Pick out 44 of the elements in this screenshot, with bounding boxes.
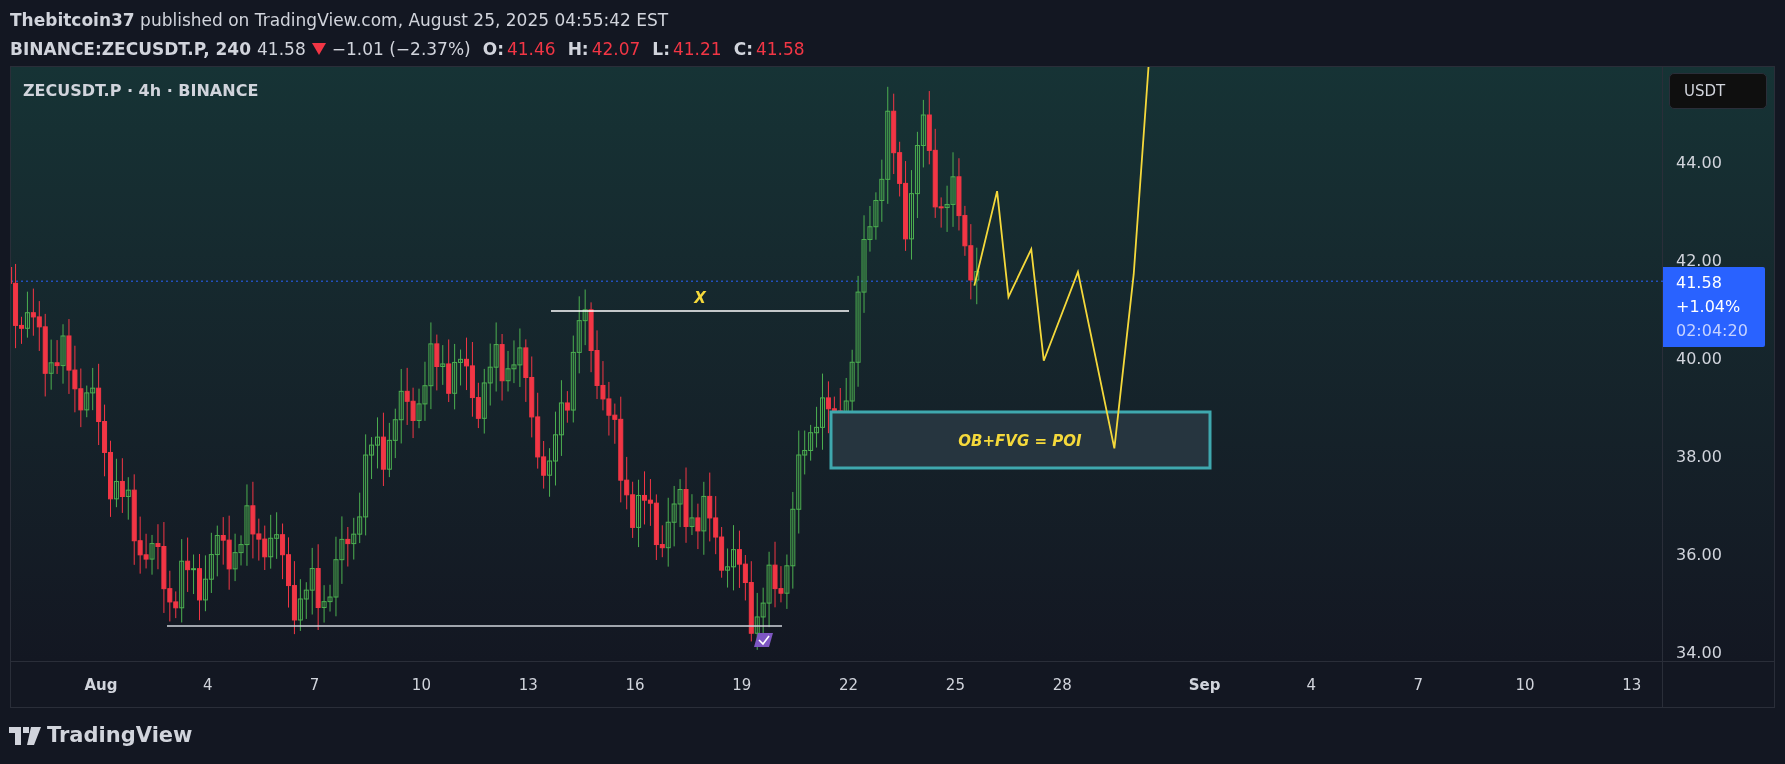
- symbol-name: BINANCE:ZECUSDT.P, 240: [10, 37, 252, 61]
- ohlc-value: 41.21: [673, 37, 722, 61]
- time-tick: 13: [518, 675, 538, 696]
- price-tick: 38.00: [1676, 446, 1722, 467]
- time-tick: 7: [1413, 675, 1423, 696]
- check-icon: [754, 633, 773, 647]
- bar-countdown: 02:04:20: [1676, 320, 1749, 342]
- ohlc-label: L:: [652, 37, 670, 61]
- time-tick: 4: [203, 675, 213, 696]
- time-tick: 4: [1306, 675, 1317, 696]
- ohlc-label: H:: [567, 37, 589, 61]
- ohlc-value: 41.46: [506, 37, 556, 61]
- time-tick: Sep: [1188, 675, 1221, 696]
- time-tick: 22: [839, 675, 859, 696]
- price-change: −1.01 (−2.37%): [331, 37, 471, 61]
- price-tick: 44.00: [1676, 152, 1722, 173]
- last-price: 41.58: [257, 37, 306, 61]
- time-tick: 16: [625, 675, 645, 696]
- time-tick: 10: [411, 675, 431, 696]
- ohlc-value: 41.58: [755, 37, 805, 61]
- price-percent: +1.04%: [1676, 296, 1742, 318]
- line-label: X: [694, 289, 706, 307]
- price-tick: 40.00: [1676, 348, 1722, 369]
- ohlc-value: 42.07: [591, 37, 641, 61]
- publish-info: Thebitcoin37 published on TradingView.com, August 25, 2025 04:55:42 EST: [10, 9, 670, 32]
- price-tick: 36.00: [1676, 544, 1722, 565]
- chart-legend: ZECUSDT.P · 4h · BINANCE: [23, 79, 259, 103]
- logo-wordmark: TradingView: [47, 722, 193, 749]
- time-tick: Aug: [84, 675, 118, 696]
- time-tick: 13: [1622, 675, 1642, 696]
- price-tick: 42.00: [1676, 250, 1722, 271]
- time-tick: 19: [732, 675, 752, 696]
- ohlc-label: C:: [733, 37, 753, 61]
- ohlc-label: O:: [482, 37, 504, 61]
- poi-zone: OB+FVG = POI: [829, 410, 1212, 470]
- chart-area[interactable]: ZECUSDT.P · 4h · BINANCE X OB+FVG = POI: [11, 67, 1663, 661]
- time-tick: 28: [1052, 675, 1072, 696]
- time-tick: 10: [1515, 675, 1535, 696]
- time-tick: 25: [945, 675, 965, 696]
- price-value: 41.58: [1676, 272, 1723, 294]
- price-tick: 34.00: [1676, 642, 1722, 663]
- currency-button[interactable]: USDT: [1669, 73, 1767, 109]
- time-tick: 7: [309, 675, 320, 696]
- logo-icon: [9, 726, 41, 745]
